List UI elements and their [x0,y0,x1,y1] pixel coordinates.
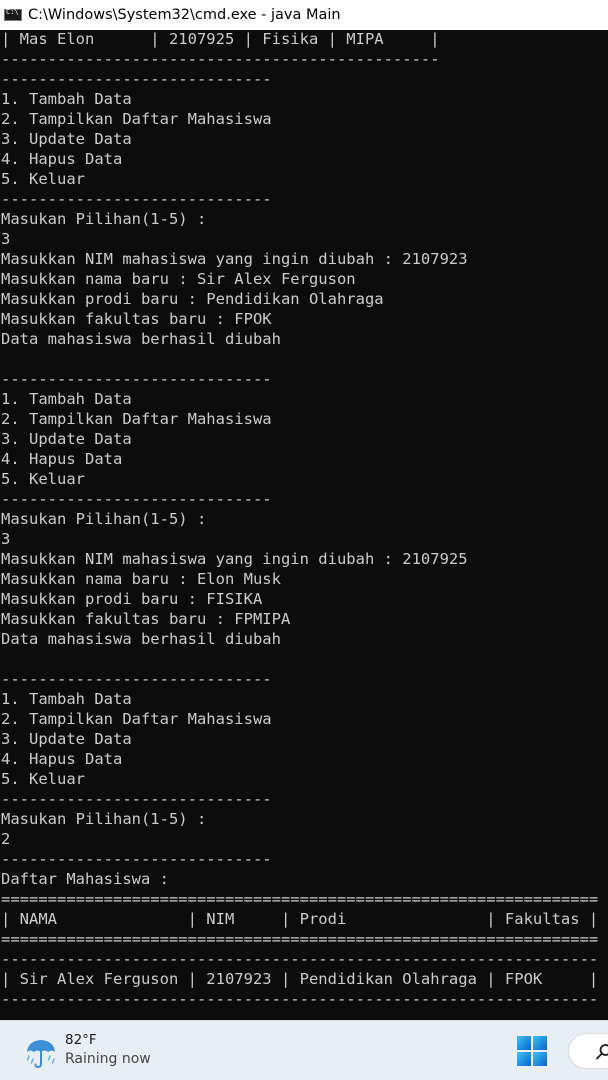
console-line: Masukkan nama baru : Elon Musk [1,570,281,588]
cmd-window: C:\Windows\System32\cmd.exe - java Main … [0,0,608,1080]
weather-widget[interactable]: 82°F Raining now [24,1029,184,1073]
console-line: Masukkan NIM mahasiswa yang ingin diubah… [1,550,468,568]
console-line: Masukan Pilihan(1-5) : [1,510,207,528]
console-line: Data mahasiswa berhasil diubah [1,330,281,348]
console-line: 4. Hapus Data [1,750,123,768]
console-line: Masukkan fakultas baru : FPOK [1,310,272,328]
console-line: ----------------------------------------… [1,950,599,968]
console-line: 2. Tampilkan Daftar Mahasiswa [1,710,272,728]
console-line: 2. Tampilkan Daftar Mahasiswa [1,410,272,428]
weather-condition: Raining now [65,1051,151,1067]
windows-start-icon[interactable] [516,1035,548,1067]
console-line: 1. Tambah Data [1,90,132,108]
console-line: 5. Keluar [1,470,85,488]
console-line: ----------------------------- [1,670,272,688]
console-line: 2. Tampilkan Daftar Mahasiswa [1,110,272,128]
console-line: 3. Update Data [1,130,132,148]
console-line: ========================================… [1,930,599,948]
console-app-icon [4,8,22,21]
taskbar-search-box[interactable] [568,1033,608,1069]
console-line: Masukkan fakultas baru : FPMIPA [1,610,291,628]
console-line: 5. Keluar [1,770,85,788]
console-line: 5. Keluar [1,170,85,188]
console-lines: | Mas Elon | 2107925 | Fisika | MIPA | --… [1,30,598,1009]
console-line: ----------------------------- [1,370,272,388]
taskbar: 82°F Raining now [0,1020,608,1080]
weather-temperature: 82°F [65,1032,97,1048]
console-line: 1. Tambah Data [1,690,132,708]
console-line: Masukkan NIM mahasiswa yang ingin diubah… [1,250,468,268]
console-line: Data mahasiswa berhasil diubah [1,630,281,648]
console-line: | Sir Alex Ferguson | 2107923 | Pendidik… [1,970,599,988]
console-line: 3 [1,530,11,548]
console-line: | Mas Elon | 2107925 | Fisika | MIPA | [1,30,440,48]
console-line: ----------------------------------------… [1,50,440,68]
console-line: ----------------------------- [1,490,272,508]
console-line: Masukan Pilihan(1-5) : [1,810,207,828]
console-line: ----------------------------- [1,850,272,868]
console-line: 4. Hapus Data [1,450,123,468]
console-line: 4. Hapus Data [1,150,123,168]
console-output[interactable]: | Mas Elon | 2107925 | Fisika | MIPA | --… [0,30,608,1020]
console-line: 3 [1,230,11,248]
console-line: ----------------------------- [1,790,272,808]
console-line: 3. Update Data [1,430,132,448]
console-line: Masukkan nama baru : Sir Alex Ferguson [1,270,356,288]
console-line: 3. Update Data [1,730,132,748]
console-line: Masukkan prodi baru : FISIKA [1,590,263,608]
console-line: 1. Tambah Data [1,390,132,408]
console-line: ----------------------------------------… [1,990,599,1008]
console-line: | NAMA | NIM | Prodi | Fakultas | [1,910,599,928]
console-line: Masukan Pilihan(1-5) : [1,210,207,228]
console-line: ----------------------------- [1,190,272,208]
console-line: ========================================… [1,890,599,908]
console-line: 2 [1,830,11,848]
console-line: ----------------------------- [1,70,272,88]
title-bar[interactable]: C:\Windows\System32\cmd.exe - java Main [0,0,608,30]
console-line: Masukkan prodi baru : Pendidikan Olahrag… [1,290,384,308]
console-line: Daftar Mahasiswa : [1,870,169,888]
search-icon [596,1044,608,1060]
rain-umbrella-icon [26,1040,55,1069]
window-title: C:\Windows\System32\cmd.exe - java Main [28,7,341,23]
